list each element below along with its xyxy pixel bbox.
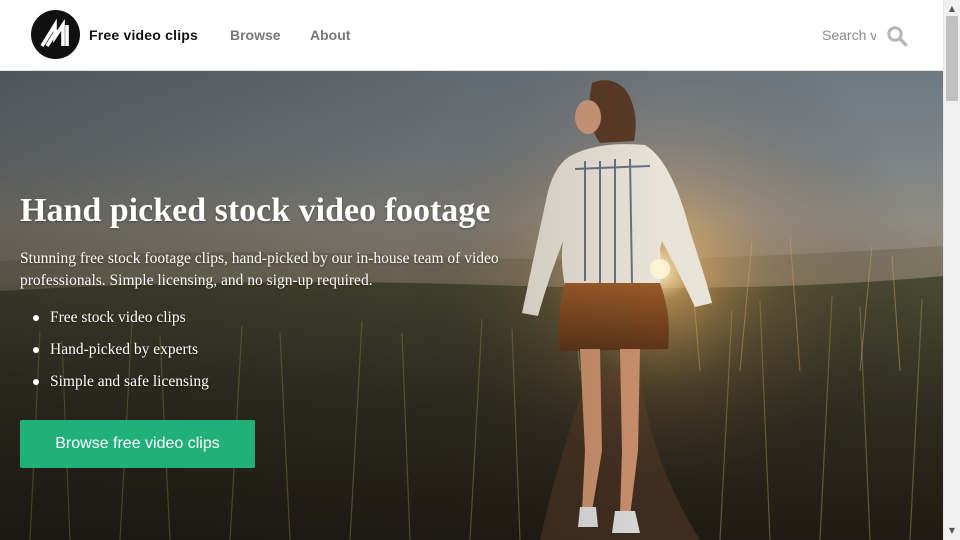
bullet-icon [33, 347, 39, 353]
scroll-down-arrow-icon[interactable]: ▼ [944, 524, 960, 538]
search-icon [887, 26, 908, 47]
hero-description: Stunning free stock footage clips, hand-… [20, 250, 499, 289]
bullet-icon [33, 315, 39, 321]
browse-clips-button[interactable]: Browse free video clips [20, 420, 255, 468]
hero-section: Hand picked stock video footage Stunning… [0, 71, 943, 540]
brand-link[interactable]: Free video clips [89, 27, 198, 43]
feature-item: Hand-picked by experts [20, 334, 540, 366]
scroll-up-arrow-icon[interactable]: ▲ [944, 2, 960, 16]
site-header: Free video clips Browse About [0, 0, 943, 71]
logo-icon[interactable] [31, 10, 80, 59]
search-input[interactable] [822, 24, 876, 46]
feature-item: Free stock video clips [20, 302, 540, 334]
scrollbar-thumb[interactable] [946, 16, 958, 101]
feature-item: Simple and safe licensing [20, 366, 540, 398]
feature-label: Free stock video clips [50, 309, 186, 326]
feature-label: Hand-picked by experts [50, 341, 199, 358]
logo-mark [40, 18, 69, 47]
nav-browse-link[interactable]: Browse [230, 27, 281, 43]
feature-list: Free stock video clips Hand-picked by ex… [20, 302, 540, 398]
bullet-icon [33, 379, 39, 385]
nav-about-link[interactable]: About [310, 27, 350, 43]
hero-content: Hand picked stock video footage Stunning… [20, 192, 540, 398]
search-button[interactable] [885, 24, 909, 48]
page-scrollbar[interactable]: ▲ ▼ [943, 0, 960, 540]
hero-title: Hand picked stock video footage [20, 192, 491, 229]
feature-label: Simple and safe licensing [50, 373, 209, 390]
